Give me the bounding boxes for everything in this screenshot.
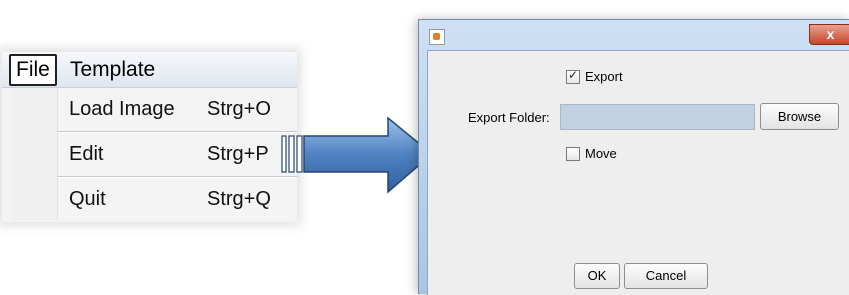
checkbox-checked-icon[interactable]	[566, 68, 580, 84]
menu-file[interactable]: File	[9, 54, 57, 86]
menu-item-accelerator: Strg+O	[207, 98, 271, 120]
browse-button[interactable]: Browse	[760, 103, 839, 130]
close-button[interactable]: x	[809, 24, 849, 45]
menu-item-label: Quit	[69, 188, 106, 210]
arrow-right-icon	[281, 116, 434, 194]
export-folder-field[interactable]	[560, 104, 755, 130]
menu-item-label: Edit	[69, 143, 104, 165]
export-dialog: x Export Export Folder: Browse Move OK C…	[418, 19, 849, 295]
cancel-button[interactable]: Cancel	[624, 263, 708, 289]
java-app-icon	[429, 29, 445, 45]
menu-item-accelerator: Strg+Q	[207, 188, 271, 210]
dialog-titlebar[interactable]: x	[419, 20, 849, 49]
export-checkbox[interactable]: Export	[566, 68, 623, 84]
menu-item-label: Load Image	[69, 98, 175, 120]
menu-item-quit[interactable]: Quit Strg+Q	[12, 178, 297, 221]
checkbox-unchecked-icon[interactable]	[566, 146, 580, 161]
move-checkbox-label: Move	[585, 146, 617, 161]
menu-template[interactable]: Template	[70, 56, 155, 84]
export-folder-label: Export Folder:	[468, 110, 550, 125]
menu-item-load-image[interactable]: Load Image Strg+O	[12, 88, 297, 131]
export-checkbox-label: Export	[585, 69, 623, 84]
menu-item-edit[interactable]: Edit Strg+P	[12, 133, 297, 176]
dialog-content: Export Export Folder: Browse Move OK Can…	[427, 50, 849, 295]
menu-panel: File Template Load Image Strg+O Edit Str…	[2, 52, 297, 222]
ok-button[interactable]: OK	[574, 263, 620, 289]
menubar: File Template	[2, 52, 297, 88]
menu-item-accelerator: Strg+P	[207, 143, 269, 165]
file-dropdown-menu: Load Image Strg+O Edit Strg+P Quit Strg+…	[12, 88, 297, 220]
move-checkbox[interactable]: Move	[566, 146, 617, 161]
